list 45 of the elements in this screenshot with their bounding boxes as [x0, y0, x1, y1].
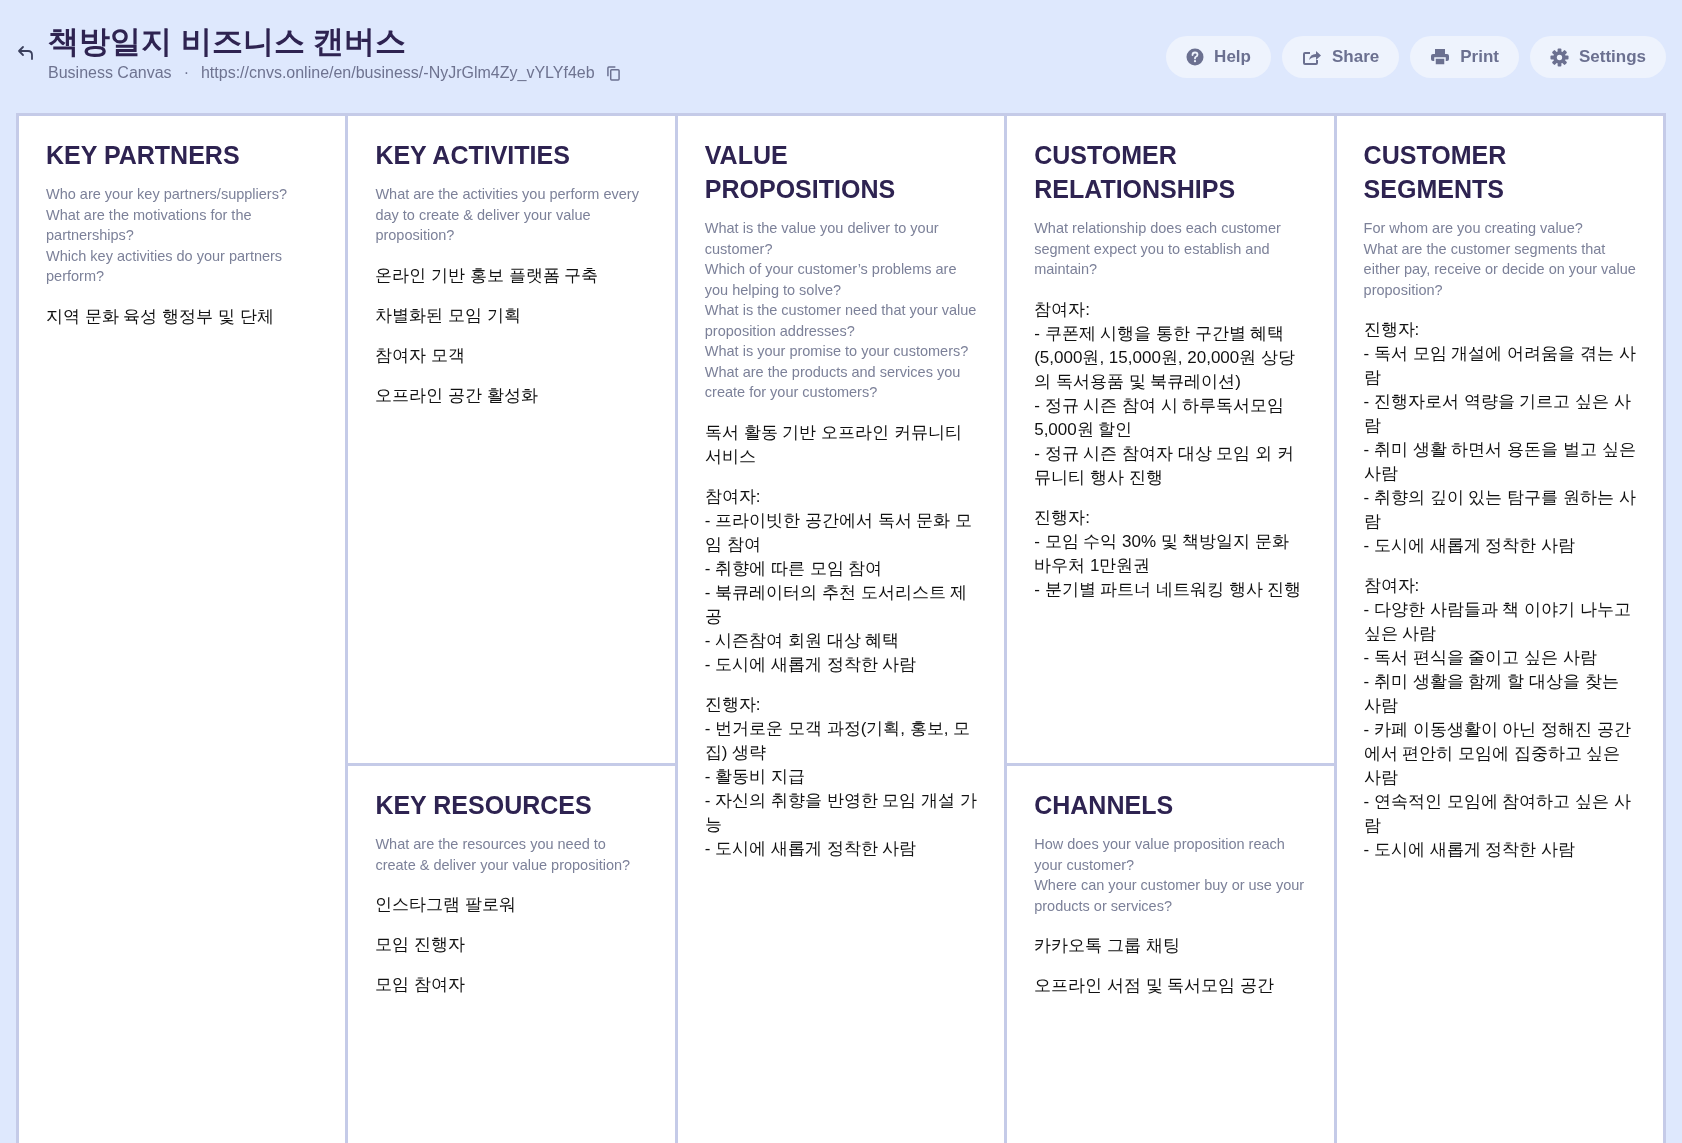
note-text[interactable]: 진행자: - 모임 수익 30% 및 책방일지 문화 바우처 1만원권 - 분기별 파트너 네트워킹 행사 진행	[1034, 505, 1307, 602]
note-text[interactable]: 참여자: - 쿠폰제 시행을 통한 구간별 혜택 (5,000원, 15,000원, 20,000원 상당의 독서용품 및 북큐레이션) - 정규 시즌 참여 시 하루독서모임 5,000원 할인 - 정규 시즌 참여자 대상 모임 외 커뮤니티 행사 진행	[1034, 297, 1307, 490]
block-hint: Who are your key partners/suppliers? What are the motivations for the partnerships? Which key activities do your partners perform?	[46, 185, 288, 286]
copy-icon[interactable]	[606, 65, 620, 81]
note-text[interactable]: 카카오톡 그룹 채팅	[1034, 934, 1307, 958]
printer-icon	[1430, 48, 1451, 66]
block-hint: What are the activities you perform every day to create & deliver your value proposition?	[375, 185, 640, 245]
note-text[interactable]: 오프라인 서점 및 독서모임 공간	[1034, 974, 1307, 998]
help-button[interactable]: Help	[1166, 36, 1271, 78]
note-text[interactable]: 참여자 모객	[375, 343, 648, 368]
note-text[interactable]: 지역 문화 육성 행정부 및 단체	[46, 304, 319, 329]
block-title: KEY ACTIVITIES	[375, 140, 571, 171]
block-title: CUSTOMER RELATIONSHIPS	[1034, 140, 1237, 205]
note-text[interactable]: 인스타그램 팔로워	[375, 893, 648, 917]
canvas-url: https://cnvs.online/en/business/-NyJrGlm4Zy_vYLYf4eb	[200, 64, 595, 82]
note-text[interactable]: 오프라인 공간 활성화	[375, 383, 648, 408]
note-text[interactable]: 온라인 기반 홍보 플랫폼 구축	[375, 263, 648, 288]
separator: ·	[182, 64, 190, 82]
block-title: KEY PARTNERS	[46, 140, 241, 171]
block-hint: What is the value you deliver to your customer? Which of your customer’s problems are you helping to solve? What is the customer need that your value proposition addresses? What is your promise to your customers? What are the products and services you create for your customers?	[704, 219, 978, 402]
back-arrow-icon[interactable]	[16, 43, 36, 63]
share-button[interactable]: Share	[1281, 36, 1400, 78]
share-icon	[1301, 48, 1322, 66]
canvas-type: Business Canvas	[48, 64, 172, 82]
print-button[interactable]: Print	[1410, 36, 1519, 78]
block-title: KEY RESOURCES	[375, 790, 593, 821]
block-hint: For whom are you creating value? What are the customer segments that either pay, receive or decide on your value proposition?	[1363, 219, 1636, 300]
note-text[interactable]: 모임 참여자	[375, 973, 648, 997]
settings-icon	[1549, 47, 1569, 67]
note-text[interactable]: 참여자: - 다양한 사람들과 책 이야기 나누고 싶은 사람 - 독서 편식을 줄이고 싶은 사람 - 취미 생활을 함께 할 대상을 찾는 사람 - 카페 이동생활이 아닌 정해진 공간에서 편안히 모임에 집중하고 싶은 사람 - 연속적인 모임에 참여하고 싶은 사람 - 도시에 새롭게 정착한 사람	[1363, 574, 1636, 862]
note-text[interactable]: 진행자: - 독서 모임 개설에 어려움을 겪는 사람 - 진행자로서 역량을 기르고 싶은 사람 - 취미 생활 하면서 용돈을 벌고 싶은 사람 - 취향의 깊이 있는 탐구를 원하는 사람 - 도시에 새롭게 정착한 사람	[1363, 318, 1636, 558]
block-title: CHANNELS	[1034, 790, 1175, 821]
block-hint: What are the resources you need to create & deliver your value proposition?	[375, 835, 632, 875]
block-title: VALUE PROPOSITIONS	[704, 140, 897, 205]
canvas-title[interactable]: 책방일지 비즈니스 캔버스	[48, 24, 620, 60]
note-text[interactable]: 독서 활동 기반 오프라인 커뮤니티 서비스	[704, 420, 978, 469]
note-text[interactable]: 모임 진행자	[375, 933, 648, 957]
note-text[interactable]: 참여자: - 프라이빗한 공간에서 독서 문화 모임 참여 - 취향에 따른 모임 참여 - 북큐레이터의 추천 도서리스트 제공 - 시즌참여 회원 대상 혜택 - 도시에 새롭게 정착한 사람	[704, 484, 978, 677]
note-text[interactable]: 진행자: - 번거로운 모객 과정(기획, 홍보, 모집) 생략 - 활동비 지급 - 자신의 취향을 반영한 모임 개설 가능 - 도시에 새롭게 정착한 사람	[704, 692, 978, 861]
block-hint: How does your value proposition reach your customer? Where can your customer buy or use your products or services?	[1034, 835, 1306, 916]
block-hint: What relationship does each customer segment expect you to establish and maintain?	[1034, 219, 1282, 279]
help-icon	[1186, 48, 1205, 66]
settings-button[interactable]: Settings	[1529, 36, 1666, 78]
block-title: CUSTOMER SEGMENTS	[1363, 140, 1508, 205]
note-text[interactable]: 차별화된 모임 기획	[375, 303, 648, 328]
